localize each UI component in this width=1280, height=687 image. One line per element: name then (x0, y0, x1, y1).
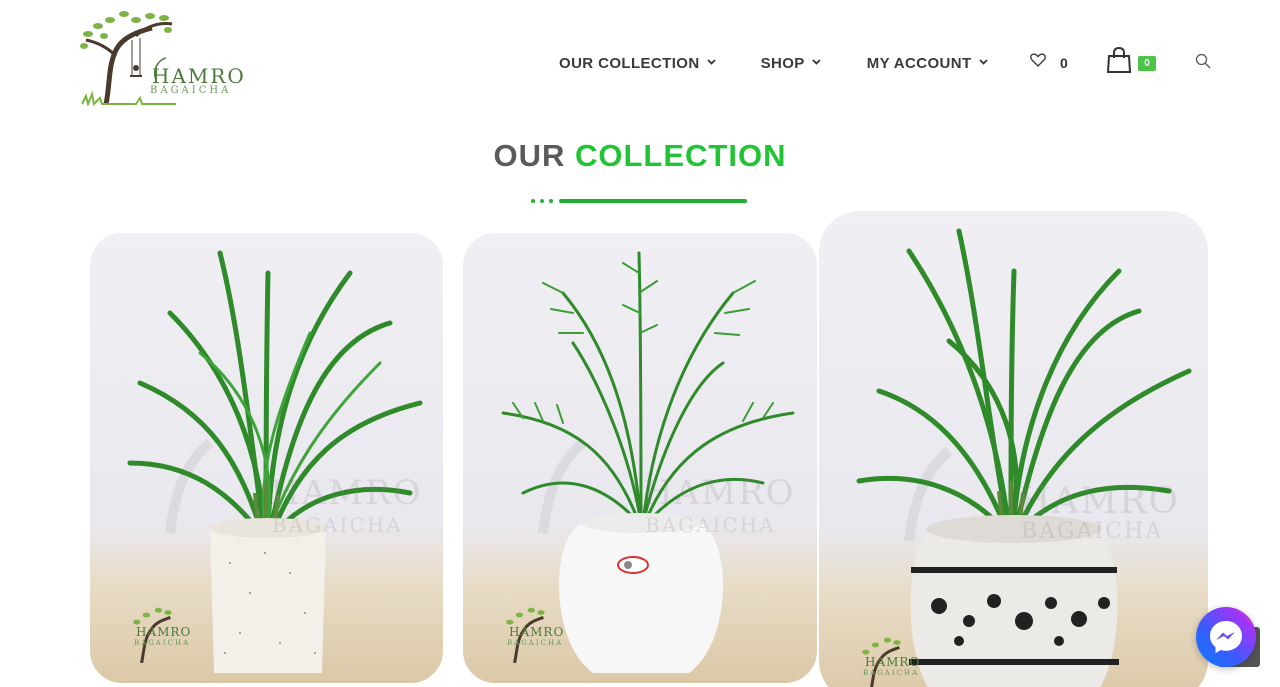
chevron-down-icon (706, 56, 716, 68)
product-card[interactable]: HAMRO BAGAICHA HAMRO BAGAICHA (463, 233, 817, 683)
badge-text: HAMRO (136, 625, 192, 639)
main-navigation: OUR COLLECTION SHOP MY ACCOUNT (559, 52, 988, 74)
watermark-text: HAMRO (643, 473, 796, 513)
messenger-chat-button[interactable] (1196, 607, 1256, 667)
nav-shop-label: SHOP (760, 54, 805, 72)
product-card[interactable]: HAMRO BAGAICHA HAMRO BAGAICHA (90, 233, 443, 683)
site-logo[interactable]: HAMRO BAGAICHA (76, 6, 244, 108)
wishlist-button[interactable]: 0 (1030, 53, 1068, 72)
messenger-icon (1210, 621, 1242, 653)
chevron-down-icon (978, 56, 988, 68)
badge-subtext: BAGAICHA (134, 639, 191, 647)
product-badge-logo: HAMRO BAGAICHA (829, 633, 929, 687)
logo-subtext: BAGAICHA (150, 85, 232, 96)
badge-text: HAMRO (865, 655, 921, 669)
section-title-part1: OUR (493, 138, 566, 173)
product-badge-logo: HAMRO BAGAICHA (473, 603, 573, 663)
watermark-subtext: BAGAICHA (645, 513, 776, 537)
search-button[interactable] (1195, 53, 1211, 74)
nav-my-account[interactable]: MY ACCOUNT (867, 55, 988, 72)
product-card[interactable]: HAMRO BAGAICHA HAMRO BAGAICHA (819, 211, 1208, 687)
cart-count-badge: 0 (1138, 56, 1156, 71)
watermark-text: HAMRO (270, 473, 423, 513)
nav-our-collection-label: OUR COLLECTION (559, 54, 700, 72)
wishlist-count: 0 (1060, 54, 1068, 71)
cart-button[interactable]: 0 (1106, 46, 1156, 79)
search-icon (1195, 53, 1211, 73)
nav-shop[interactable]: SHOP (761, 55, 821, 72)
badge-subtext: BAGAICHA (507, 639, 564, 647)
shopping-bag-icon (1106, 46, 1132, 78)
title-divider (531, 198, 751, 204)
product-badge-logo: HAMRO BAGAICHA (100, 603, 200, 663)
watermark-subtext: BAGAICHA (1021, 519, 1164, 544)
site-header: HAMRO BAGAICHA OUR COLLECTION SHOP MY AC… (0, 0, 1280, 120)
section-title: OUR COLLECTION (0, 138, 1280, 174)
nav-my-account-label: MY ACCOUNT (866, 54, 972, 72)
section-title-part2: COLLECTION (575, 138, 787, 173)
heart-icon (1030, 53, 1046, 72)
badge-subtext: BAGAICHA (863, 669, 920, 677)
watermark-text: HAMRO (1019, 481, 1180, 522)
chevron-down-icon (812, 56, 821, 68)
plant-image (856, 228, 1192, 687)
watermark-subtext: BAGAICHA (272, 513, 403, 537)
badge-text: HAMRO (509, 625, 565, 639)
nav-our-collection[interactable]: OUR COLLECTION (559, 55, 716, 72)
